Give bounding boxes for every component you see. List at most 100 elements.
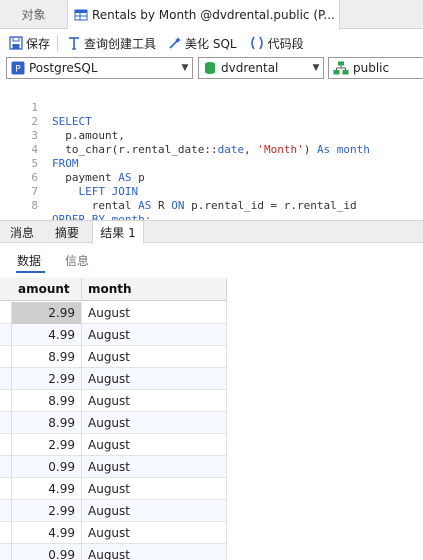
table-row[interactable]: 2.99 August — [0, 368, 227, 390]
cell-month[interactable]: August — [82, 544, 227, 560]
row-gutter[interactable] — [0, 412, 12, 434]
table-icon — [74, 8, 88, 22]
cell-amount[interactable]: 8.99 — [12, 346, 82, 368]
result-tabs: 消息 摘要 结果 1 — [0, 220, 423, 244]
cell-month[interactable]: August — [82, 346, 227, 368]
table-row[interactable]: 8.99 August — [0, 346, 227, 368]
query-builder-button[interactable]: 查询创建工具 — [64, 32, 159, 54]
tab-info[interactable]: 信息 — [65, 252, 89, 269]
tab-data[interactable]: 数据 — [17, 252, 41, 269]
line-number: 8 — [31, 199, 38, 212]
code-line: 7 rental AS R ON p.rental_id = r.rental_… — [0, 171, 423, 212]
code-line: 2 p.amount, — [0, 101, 423, 142]
cell-month[interactable]: August — [82, 478, 227, 500]
code-line: 3 to_char(r.rental_date::date, 'Month') … — [0, 115, 423, 156]
document-tab-strip: 对象 Rentals by Month @dvdrental.public (P… — [0, 0, 423, 30]
grid-header: amount month — [0, 278, 227, 301]
editor-toolbar: 保存 查询创建工具 美化 SQL 代码段 — [0, 30, 423, 56]
tab-messages[interactable]: 消息 — [0, 221, 44, 243]
database-select[interactable]: dvdrental ▼ — [198, 57, 324, 79]
table-row[interactable]: 8.99 August — [0, 412, 227, 434]
table-row[interactable]: 4.99 August — [0, 522, 227, 544]
sql-token: R — [151, 199, 172, 212]
cell-month[interactable]: August — [82, 412, 227, 434]
schema-icon — [333, 61, 349, 75]
column-header-month[interactable]: month — [82, 278, 227, 301]
query-builder-icon — [69, 37, 80, 50]
active-tab-indicator — [16, 271, 45, 273]
cell-amount[interactable]: 4.99 — [12, 324, 82, 346]
row-gutter[interactable] — [0, 500, 12, 522]
column-header-amount[interactable]: amount — [12, 278, 82, 301]
table-row[interactable]: 2.99 August — [0, 302, 227, 324]
tab-summary[interactable]: 摘要 — [44, 221, 90, 243]
cell-month[interactable]: August — [82, 390, 227, 412]
cell-amount[interactable]: 0.99 — [12, 544, 82, 560]
cell-amount[interactable]: 2.99 — [12, 368, 82, 390]
cell-month[interactable]: August — [82, 456, 227, 478]
sql-keyword: ON — [171, 199, 185, 212]
table-row[interactable]: 2.99 August — [0, 434, 227, 456]
cell-month[interactable]: August — [82, 522, 227, 544]
tab-query-label: Rentals by Month @dvdrental.public (P... — [92, 8, 335, 22]
cell-amount[interactable]: 2.99 — [12, 500, 82, 522]
table-row[interactable]: 2.99 August — [0, 500, 227, 522]
schema-select[interactable]: public — [328, 57, 423, 79]
cell-month[interactable]: August — [82, 434, 227, 456]
beautify-icon — [169, 37, 182, 49]
tab-result-1[interactable]: 结果 1 — [92, 221, 144, 244]
cell-month[interactable]: August — [82, 324, 227, 346]
cell-amount[interactable]: 4.99 — [12, 478, 82, 500]
sql-editor[interactable]: 1 SELECT 2 p.amount, 3 to_char(r.rental_… — [0, 84, 423, 226]
connection-select[interactable]: P PostgreSQL ▼ — [6, 57, 193, 79]
row-gutter[interactable] — [0, 302, 12, 324]
cell-amount[interactable]: 4.99 — [12, 522, 82, 544]
table-row[interactable]: 8.99 August — [0, 390, 227, 412]
tab-objects-label: 对象 — [21, 8, 46, 22]
tab-query[interactable]: Rentals by Month @dvdrental.public (P... — [68, 0, 340, 30]
database-icon — [205, 62, 215, 74]
cell-amount[interactable]: 2.99 — [12, 434, 82, 456]
cell-amount[interactable]: 8.99 — [12, 412, 82, 434]
row-gutter[interactable] — [0, 456, 12, 478]
save-button[interactable]: 保存 — [6, 32, 53, 54]
postgres-icon: P — [11, 61, 25, 75]
tab-messages-label: 消息 — [9, 225, 34, 240]
row-gutter[interactable] — [0, 544, 12, 560]
row-gutter[interactable] — [0, 346, 12, 368]
query-builder-label: 查询创建工具 — [84, 36, 157, 51]
row-gutter[interactable] — [0, 390, 12, 412]
beautify-sql-button[interactable]: 美化 SQL — [165, 32, 240, 54]
results-grid[interactable]: amount month 2.99 August 4.99 August 8.99 Aug… — [0, 278, 423, 560]
chevron-down-icon: ▼ — [181, 63, 189, 73]
cell-amount[interactable]: 0.99 — [12, 456, 82, 478]
row-gutter[interactable] — [0, 434, 12, 456]
code-line: 5 payment AS p — [0, 143, 423, 184]
table-row[interactable]: 4.99 August — [0, 324, 227, 346]
tab-objects[interactable]: 对象 — [0, 0, 68, 29]
cell-month[interactable]: August — [82, 302, 227, 324]
cell-month[interactable]: August — [82, 500, 227, 522]
tab-result-1-label: 结果 1 — [100, 226, 136, 240]
row-gutter[interactable] — [0, 368, 12, 390]
tab-summary-label: 摘要 — [54, 225, 79, 240]
snippet-button[interactable]: 代码段 — [246, 32, 307, 54]
database-value: dvdrental — [221, 61, 279, 75]
row-gutter[interactable] — [0, 522, 12, 544]
sql-token: rental — [52, 199, 139, 212]
code-line: 8 ORDER BY month; — [0, 185, 423, 226]
cell-month[interactable]: August — [82, 368, 227, 390]
snippet-label: 代码段 — [267, 36, 304, 51]
cell-amount[interactable]: 2.99 — [12, 302, 82, 324]
row-gutter[interactable] — [0, 478, 12, 500]
connection-selectors: P PostgreSQL ▼ dvdrental ▼ public — [0, 57, 423, 81]
table-row[interactable]: 4.99 August — [0, 478, 227, 500]
svg-text:P: P — [15, 65, 21, 75]
beautify-label: 美化 SQL — [185, 36, 237, 51]
cell-amount[interactable]: 8.99 — [12, 390, 82, 412]
save-icon — [9, 36, 23, 50]
table-row[interactable]: 0.99 August — [0, 544, 227, 560]
schema-value: public — [353, 61, 390, 75]
table-row[interactable]: 0.99 August — [0, 456, 227, 478]
row-gutter[interactable] — [0, 324, 12, 346]
